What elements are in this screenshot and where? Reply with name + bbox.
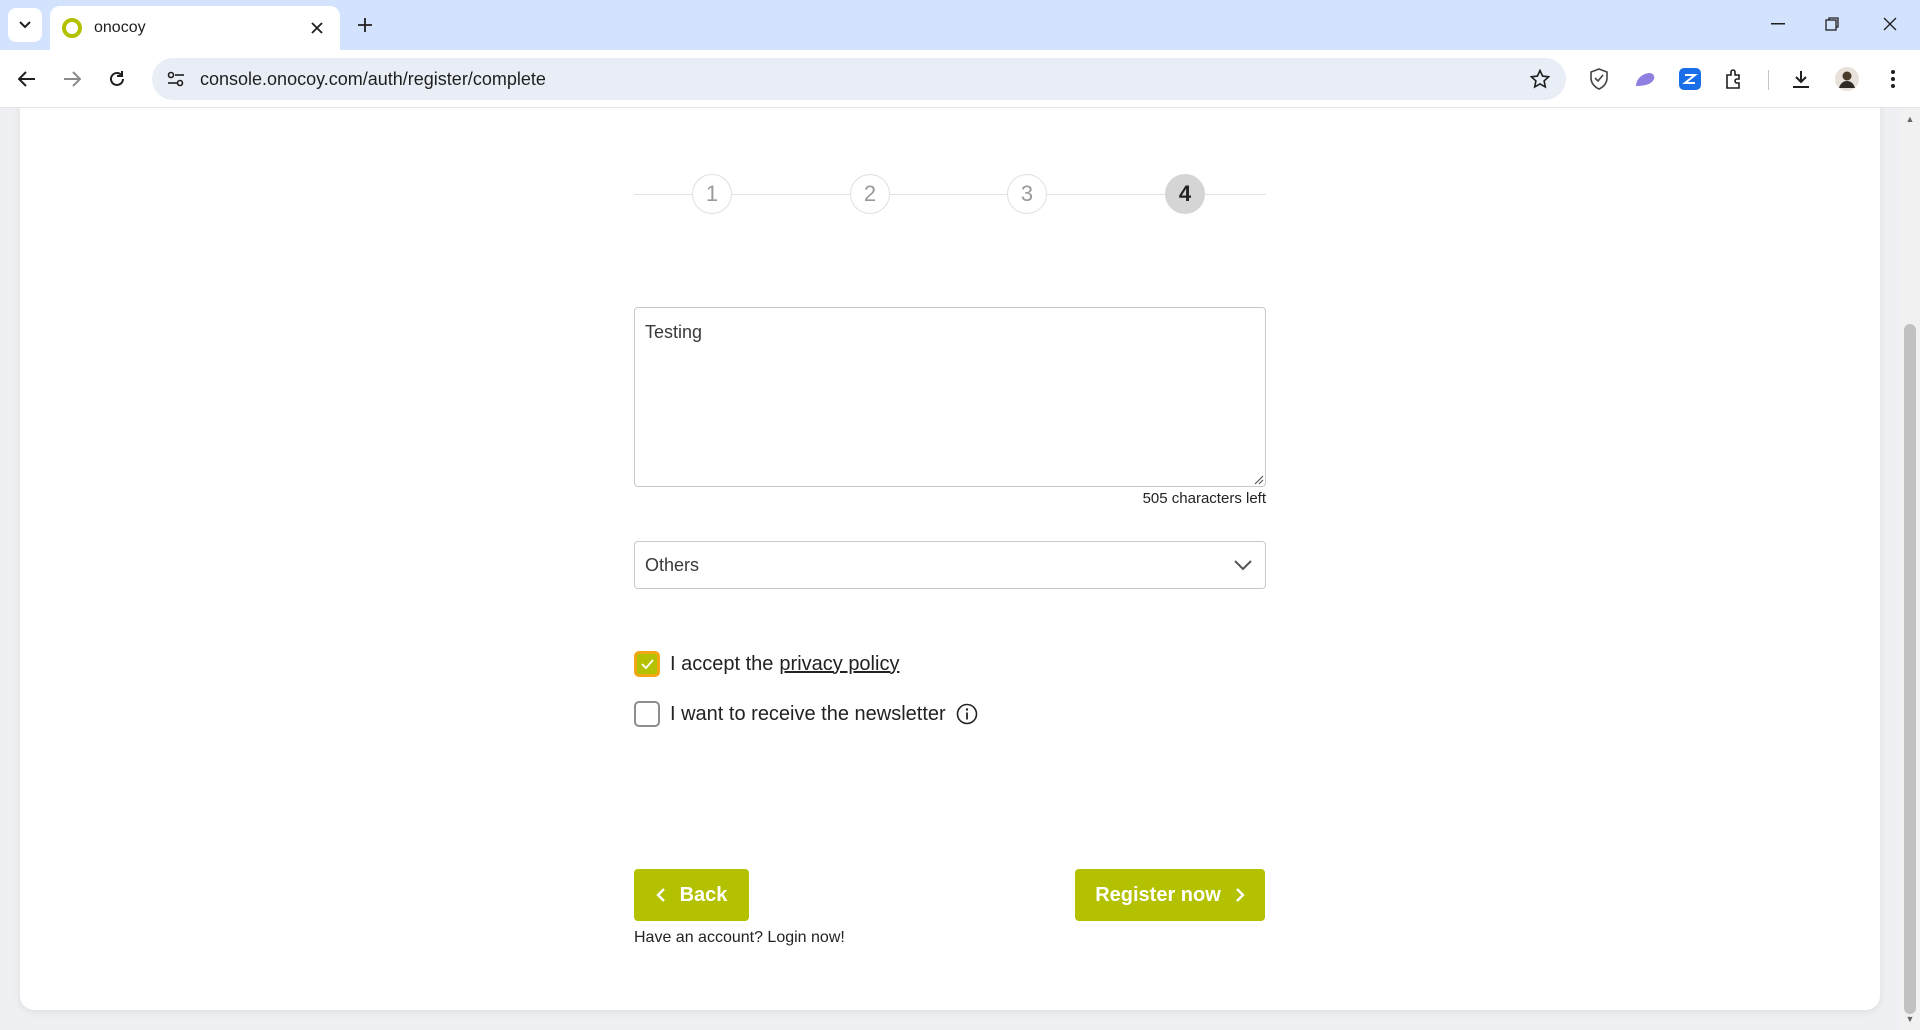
scrollbar-thumb[interactable] — [1904, 324, 1916, 1014]
url-text[interactable]: console.onocoy.com/auth/register/complet… — [200, 69, 1522, 90]
bookmark-button[interactable] — [1522, 61, 1558, 97]
chevron-right-icon — [1235, 888, 1245, 902]
description-textarea[interactable] — [634, 307, 1266, 487]
login-link[interactable]: Have an account? Login now! — [634, 929, 845, 947]
arrow-right-icon — [64, 71, 81, 87]
restore-icon — [1825, 17, 1839, 31]
browser-tab[interactable]: onocoy — [50, 6, 340, 50]
resize-grip-icon[interactable] — [1252, 473, 1264, 485]
extensions-button[interactable] — [1718, 62, 1752, 96]
register-button[interactable]: Register now — [1075, 869, 1265, 921]
cloud-extension-icon — [1636, 73, 1655, 86]
toolbar-divider — [1768, 70, 1769, 90]
arrow-left-icon — [18, 71, 35, 87]
privacy-checkbox[interactable] — [634, 651, 660, 677]
tab-title: onocoy — [94, 19, 146, 36]
privacy-policy-link[interactable]: privacy policy — [779, 653, 899, 676]
chevron-left-icon — [655, 888, 665, 902]
tab-search-button[interactable] — [8, 8, 42, 42]
scroll-down-icon[interactable]: ▼ — [1905, 1014, 1915, 1024]
app-extension-icon — [1679, 68, 1701, 90]
privacy-row: I accept the privacy policy — [634, 649, 899, 679]
step-1: 1 — [692, 174, 732, 214]
reload-button[interactable] — [100, 62, 134, 96]
restore-button[interactable] — [1810, 6, 1854, 42]
minimize-button[interactable] — [1756, 6, 1800, 42]
downloads-button[interactable] — [1784, 62, 1818, 96]
menu-button[interactable] — [1876, 62, 1910, 96]
register-button-label: Register now — [1095, 883, 1221, 906]
tune-icon — [167, 71, 184, 87]
step-4: 4 — [1165, 174, 1205, 214]
blue-extension-button[interactable] — [1673, 62, 1707, 96]
new-tab-button[interactable] — [350, 10, 380, 40]
window-close-button[interactable] — [1868, 6, 1912, 42]
onocoy-favicon-icon — [62, 18, 82, 38]
check-icon — [641, 659, 654, 670]
registration-stepper: 1 2 3 4 — [634, 174, 1266, 220]
category-select[interactable]: Others — [634, 541, 1266, 589]
page-scrollbar[interactable]: ▲ ▼ — [1900, 108, 1920, 1030]
close-icon — [1883, 17, 1897, 31]
browser-toolbar: console.onocoy.com/auth/register/complet… — [0, 50, 1920, 108]
shield-extension-button[interactable] — [1582, 62, 1616, 96]
plus-icon — [358, 18, 372, 32]
forward-nav-button[interactable] — [55, 62, 89, 96]
more-vertical-icon — [1891, 70, 1895, 88]
purple-extension-button[interactable] — [1628, 62, 1662, 96]
category-select-value: Others — [645, 554, 700, 575]
profile-button[interactable] — [1830, 62, 1864, 96]
character-counter: 505 characters left — [1142, 490, 1266, 507]
avatar — [1835, 67, 1859, 91]
back-nav-button[interactable] — [10, 62, 44, 96]
reload-icon — [110, 71, 124, 86]
address-bar[interactable]: console.onocoy.com/auth/register/complet… — [152, 58, 1566, 100]
minimize-icon — [1771, 23, 1785, 25]
scroll-up-icon[interactable]: ▲ — [1905, 114, 1915, 124]
puzzle-icon — [1726, 69, 1740, 89]
newsletter-row: I want to receive the newsletter — [634, 699, 978, 729]
newsletter-label: I want to receive the newsletter — [670, 702, 946, 725]
tab-strip: onocoy — [0, 0, 1920, 50]
star-icon — [1530, 69, 1550, 89]
step-2: 2 — [850, 174, 890, 214]
step-3: 3 — [1007, 174, 1047, 214]
close-icon — [311, 22, 323, 34]
newsletter-checkbox[interactable] — [634, 701, 660, 727]
info-icon[interactable] — [956, 703, 978, 725]
tab-close-button[interactable] — [306, 17, 328, 39]
download-icon — [1793, 71, 1809, 88]
chevron-down-icon — [1234, 560, 1252, 571]
chevron-down-icon — [19, 21, 31, 29]
back-button-label: Back — [679, 883, 728, 906]
site-info-button[interactable] — [158, 61, 194, 97]
back-button[interactable]: Back — [634, 869, 749, 921]
privacy-label: I accept the — [670, 652, 774, 675]
shield-icon — [1590, 68, 1608, 90]
